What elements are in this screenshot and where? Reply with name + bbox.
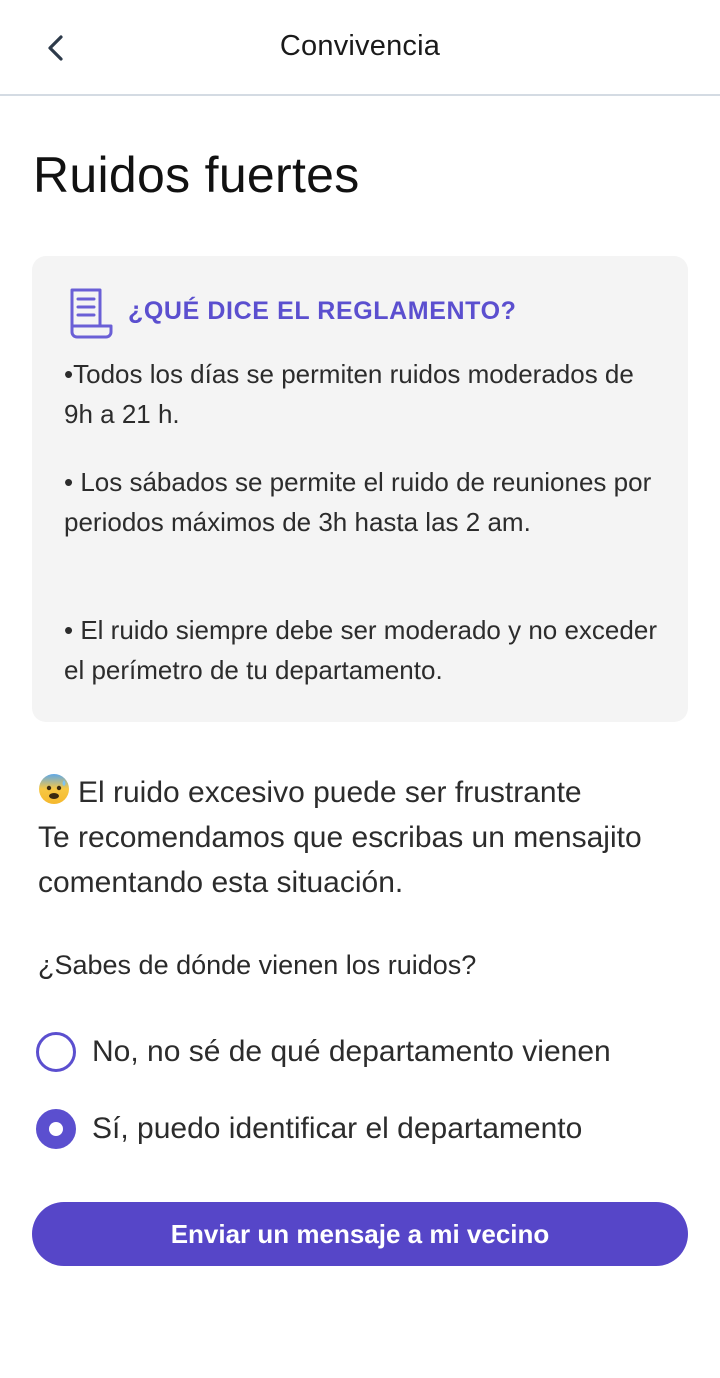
radio-option-unknown[interactable]: No, no sé de qué departamento vienen [36, 1030, 611, 1074]
info-message: El ruido excesivo puede ser frustrante T… [38, 770, 688, 905]
rule-text: •Todos los días se permiten ruidos moder… [64, 359, 634, 429]
rule-text: • Los sábados se permite el ruido de reu… [64, 467, 652, 537]
send-message-button[interactable]: Enviar un mensaje a mi vecino [32, 1202, 688, 1266]
radio-button-selected[interactable] [36, 1109, 76, 1149]
rules-card: ¿QUÉ DICE EL REGLAMENTO? •Todos los días… [32, 256, 688, 722]
radio-label: No, no sé de qué departamento vienen [92, 1035, 611, 1068]
info-line-1: El ruido excesivo puede ser frustrante [78, 776, 582, 809]
radio-option-identify[interactable]: Sí, puedo identificar el departamento [36, 1107, 582, 1151]
top-app-bar: Convivencia [0, 0, 720, 96]
anxious-face-with-sweat-icon [39, 774, 69, 804]
rules-heading: ¿QUÉ DICE EL REGLAMENTO? [128, 297, 517, 325]
page-title: Ruidos fuertes [33, 147, 360, 203]
radio-label: Sí, puedo identificar el departamento [92, 1112, 583, 1145]
rule-text: • El ruido siempre debe ser moderado y n… [64, 615, 657, 685]
radio-button[interactable] [36, 1032, 76, 1072]
header-title: Convivencia [279, 30, 441, 62]
question-label: ¿Sabes de dónde vienen los ruidos? [38, 950, 477, 980]
info-line-2: Te recomendamos que escribas un mensajit… [38, 821, 642, 899]
document-scroll-icon [70, 288, 113, 339]
